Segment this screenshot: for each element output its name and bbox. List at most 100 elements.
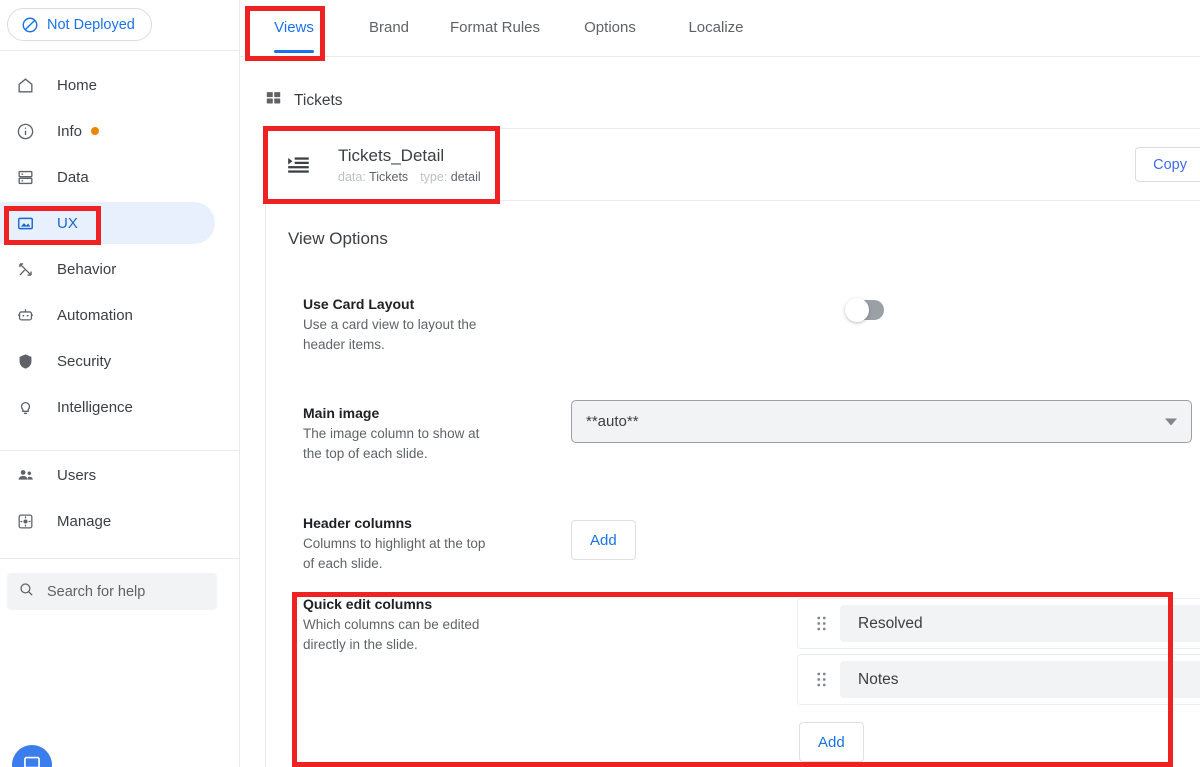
sidebar-item-label: Automation [57, 306, 133, 324]
chat-support-button[interactable] [12, 745, 52, 767]
view-card-type-key: type: [420, 170, 448, 184]
search-icon [18, 581, 35, 603]
sidebar-item-label: Manage [57, 512, 112, 530]
tab-localize[interactable]: Localize [664, 0, 768, 57]
app-root: Not Deployed Home Info Data UX Behavior … [0, 0, 1200, 767]
chevron-down-icon [1165, 418, 1177, 425]
sidebar-item-data[interactable]: Data [0, 154, 240, 200]
home-icon [13, 73, 37, 97]
lightbulb-icon [13, 395, 37, 419]
sidebar-item-manage[interactable]: Manage [0, 498, 240, 544]
manage-icon [13, 509, 37, 533]
tab-brand[interactable]: Brand [350, 0, 428, 57]
sidebar-nav: Home Info Data UX Behavior Automation Se… [0, 62, 240, 430]
field-use-card-layout: Use Card Layout Use a card view to layou… [303, 294, 1183, 355]
sidebar-divider-top [0, 50, 240, 51]
field-header-columns: Header columns Columns to highlight at t… [303, 513, 1183, 574]
tab-options[interactable]: Options [562, 0, 658, 57]
shield-icon [13, 349, 37, 373]
drag-handle-icon[interactable] [810, 671, 832, 688]
tab-bar: Views Brand Format Rules Options Localiz… [240, 0, 1200, 57]
header-columns-add-button[interactable]: Add [571, 520, 636, 560]
view-card-texts: Tickets_Detail data: Tickets type: detai… [338, 145, 481, 184]
sidebar-item-users[interactable]: Users [0, 452, 240, 498]
sidebar-item-label: Security [57, 352, 112, 370]
sidebar-item-behavior[interactable]: Behavior [0, 246, 240, 292]
detail-view-icon [284, 152, 314, 178]
not-deployed-chip[interactable]: Not Deployed [7, 8, 152, 41]
sidebar-item-automation[interactable]: Automation [0, 292, 240, 338]
view-card-data-key: data: [338, 170, 366, 184]
search-help-field[interactable]: Search for help [7, 573, 217, 610]
sidebar-item-label: Data [57, 168, 89, 186]
field-label: Use Card Layout [303, 296, 415, 312]
view-card-title: Tickets_Detail [338, 146, 445, 165]
field-description: The image column to show at the top of e… [303, 426, 480, 461]
sidebar-item-info[interactable]: Info [0, 108, 240, 154]
quick-edit-add-button[interactable]: Add [799, 722, 864, 762]
quick-edit-column-select[interactable]: Resolved [840, 605, 1200, 642]
view-options-title: View Options [288, 229, 388, 248]
sidebar-item-home[interactable]: Home [0, 62, 240, 108]
sidebar-nav-secondary: Users Manage [0, 452, 240, 544]
sidebar-item-security[interactable]: Security [0, 338, 240, 384]
sidebar-item-label: Behavior [57, 260, 117, 278]
view-card-tickets-detail[interactable]: Tickets_Detail data: Tickets type: detai… [265, 128, 1200, 201]
users-icon [13, 463, 37, 487]
copy-button-label: Copy [1153, 156, 1187, 173]
tab-views[interactable]: Views [254, 0, 334, 57]
robot-icon [13, 303, 37, 327]
view-options-panel: View Options Use Card Layout Use a card … [265, 202, 1200, 767]
quick-edit-column-select[interactable]: Notes [840, 661, 1200, 698]
tab-label: Options [584, 18, 636, 36]
quick-edit-row[interactable]: Notes [797, 654, 1200, 705]
breadcrumb: Tickets [265, 90, 343, 112]
image-icon [13, 211, 37, 235]
toggle-knob [845, 298, 869, 322]
tab-label: Format Rules [449, 18, 541, 36]
database-icon [13, 165, 37, 189]
field-description: Use a card view to layout the header ite… [303, 317, 477, 352]
sidebar-item-label: Intelligence [57, 398, 133, 416]
quick-edit-row[interactable]: Resolved [797, 598, 1200, 649]
drag-handle-icon[interactable] [810, 615, 832, 632]
field-description: Which columns can be edited directly in … [303, 617, 480, 652]
tab-label: Localize [688, 18, 744, 36]
sidebar-divider-mid [0, 450, 240, 451]
sidebar-item-label: Users [57, 466, 97, 484]
search-input-placeholder: Search for help [47, 583, 146, 600]
not-deployed-icon [21, 16, 39, 34]
sidebar-item-ux[interactable]: UX [0, 200, 240, 246]
tab-active-underline [274, 50, 314, 53]
view-card-meta: data: Tickets type: detail [338, 170, 481, 184]
copy-button[interactable]: Copy [1135, 147, 1200, 182]
tab-label: Brand [368, 18, 410, 36]
field-description: Columns to highlight at the top of each … [303, 536, 486, 571]
tab-label: Views [274, 18, 314, 36]
chat-icon [22, 753, 42, 767]
info-badge-dot [91, 127, 100, 135]
add-button-label: Add [818, 733, 845, 751]
sidebar-divider-bottom [0, 558, 240, 559]
main-image-select[interactable]: **auto** [571, 400, 1192, 443]
info-icon [13, 119, 37, 143]
quick-edit-column-value: Resolved [858, 614, 923, 632]
sidebar-item-label: Home [57, 76, 98, 94]
tab-format-rules[interactable]: Format Rules [432, 0, 558, 57]
behavior-icon [13, 257, 37, 281]
field-label: Header columns [303, 515, 412, 531]
grid-icon [265, 90, 282, 112]
sidebar-item-label: Info [57, 122, 83, 140]
sidebar-item-intelligence[interactable]: Intelligence [0, 384, 240, 430]
main-image-selected-value: **auto** [586, 413, 639, 430]
sidebar: Not Deployed Home Info Data UX Behavior … [0, 0, 240, 767]
add-button-label: Add [590, 531, 617, 549]
sidebar-item-label: UX [57, 214, 78, 232]
not-deployed-label: Not Deployed [47, 16, 135, 33]
view-card-type-value: detail [450, 170, 481, 184]
breadcrumb-label: Tickets [294, 92, 343, 109]
use-card-layout-toggle[interactable] [845, 298, 884, 322]
view-card-data-value: Tickets [369, 170, 409, 184]
quick-edit-column-value: Notes [858, 670, 899, 688]
field-main-image: Main image The image column to show at t… [303, 400, 1192, 464]
